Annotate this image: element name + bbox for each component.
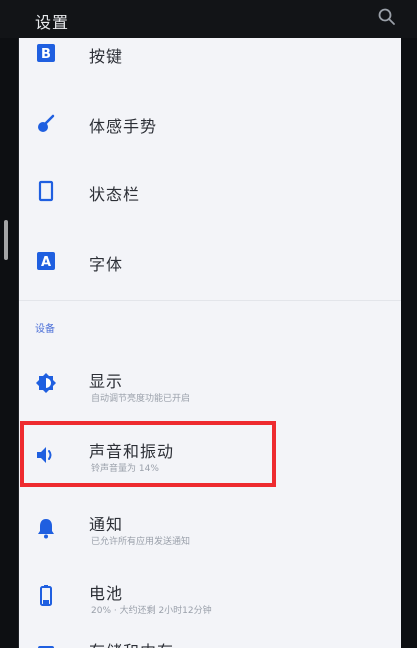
bell-icon (38, 519, 54, 539)
keyboard-b-icon: B (37, 44, 55, 62)
settings-item-summary: 自动调节亮度功能已开启 (91, 394, 191, 404)
speaker-icon (37, 447, 52, 463)
battery-icon (40, 585, 52, 606)
gesture-icon (38, 114, 55, 132)
settings-item-summary: 20% · 大约还剩 2小时12分钟 (91, 606, 212, 616)
settings-item-notifications[interactable]: 通知 已允许所有应用发送通知 (19, 501, 401, 556)
section-header-device: 设备 (35, 324, 55, 335)
settings-item-sound[interactable]: 声音和振动 铃声音量为 14% (19, 428, 401, 483)
app-header: 设置 (0, 0, 417, 38)
settings-item-label: 状态栏 (89, 185, 141, 204)
settings-item-summary: 已允许所有应用发送通知 (91, 537, 191, 547)
settings-item-label: 字体 (89, 255, 124, 274)
side-button (4, 220, 8, 260)
settings-item-label: 存储和内存 (89, 638, 174, 648)
phone-screen: 设置 B 按键 体感手势 状态栏 A 字体 设备 显示 自动调节亮度功能已开启 … (0, 0, 417, 648)
storage-icon (38, 646, 54, 648)
settings-item-label: 显示 (89, 372, 124, 391)
settings-item-font[interactable]: A 字体 (19, 238, 401, 288)
svg-text:A: A (41, 255, 51, 270)
phone-frame-icon (38, 180, 54, 202)
settings-item-label: 声音和振动 (89, 442, 175, 461)
section-divider (19, 300, 401, 301)
settings-item-label: 通知 (89, 515, 124, 534)
settings-list: B 按键 体感手势 状态栏 A 字体 设备 显示 自动调节亮度功能已开启 声音和… (18, 38, 401, 648)
settings-item-label: 体感手势 (89, 117, 158, 136)
settings-item-keys[interactable]: B 按键 (19, 38, 401, 78)
svg-text:B: B (41, 47, 51, 62)
settings-item-summary: 铃声音量为 14% (91, 464, 159, 474)
settings-item-gestures[interactable]: 体感手势 (19, 100, 401, 150)
search-icon[interactable] (377, 7, 397, 27)
settings-item-label: 电池 (89, 584, 124, 603)
settings-item-label: 按键 (89, 47, 124, 66)
brightness-icon (36, 373, 56, 393)
settings-item-display[interactable]: 显示 自动调节亮度功能已开启 (19, 358, 401, 413)
settings-item-battery[interactable]: 电池 20% · 大约还剩 2小时12分钟 (19, 570, 401, 625)
settings-item-status-bar[interactable]: 状态栏 (19, 168, 401, 218)
page-title: 设置 (35, 13, 70, 32)
settings-item-storage[interactable]: 存储和内存 (19, 635, 401, 648)
font-a-icon: A (37, 252, 55, 270)
